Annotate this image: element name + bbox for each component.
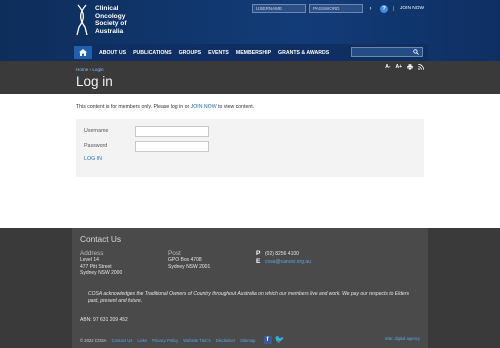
footer-box: Contact Us Address Level 14 477 Pitt Str… (72, 228, 428, 348)
nav-home-button[interactable] (74, 46, 92, 59)
address-heading: Address (80, 250, 104, 257)
logo-line: Clinical (95, 5, 119, 12)
nav-item-events[interactable]: EVENTS (208, 50, 229, 56)
question-icon[interactable]: ? (380, 4, 389, 13)
password-label: Password (84, 143, 108, 149)
page-title: Log in (76, 74, 113, 89)
twitter-icon[interactable]: 🐦 (275, 336, 285, 344)
password-field[interactable] (135, 141, 209, 152)
header-login: USERNAME PASSWORD › ? JOIN NOW (252, 4, 424, 13)
site-header: Clinical Oncology Society of Australia U… (0, 0, 500, 61)
copyright-text: © 2022 COSA (80, 337, 107, 343)
main-nav: ABOUT US PUBLICATIONS GROUPS EVENTS MEMB… (72, 44, 428, 61)
social-links: f 🐦 (263, 336, 285, 344)
footer-link-sitemap[interactable]: Sitemap (240, 338, 255, 343)
footer-link-links[interactable]: Links (137, 338, 147, 343)
site-search-input[interactable] (351, 47, 423, 57)
post-heading: Post (168, 250, 181, 257)
title-inner: Home › Login Log in A- A+ (72, 61, 428, 94)
nav-item-about[interactable]: ABOUT US (99, 50, 126, 56)
phone-number: (02) 8256 4100 (265, 251, 299, 257)
notice-text-end: to view content. (218, 104, 255, 110)
home-icon (79, 49, 87, 56)
post-line: GPO Box 4708 (168, 257, 202, 263)
login-form: Username Password LOG IN (76, 119, 424, 177)
site-footer: Contact Us Address Level 14 477 Pitt Str… (0, 228, 500, 348)
site-credit-link[interactable]: Site: digital agency (385, 336, 420, 341)
logo-ribbon-icon (76, 4, 88, 36)
username-field[interactable] (135, 126, 209, 137)
nav-item-grants[interactable]: GRANTS & AWARDS (278, 50, 329, 56)
increase-font-button[interactable]: A+ (395, 64, 402, 70)
footer-bottom-bar: © 2022 COSA Contact Us Links Privacy Pol… (80, 336, 285, 344)
post-line: Sydney NSW 2001 (168, 263, 211, 270)
breadcrumb-home-link[interactable]: Home (76, 67, 88, 72)
breadcrumb: Home › Login (76, 67, 104, 72)
members-only-notice: This content is for members only. Please… (76, 104, 254, 110)
print-icon[interactable] (407, 64, 413, 70)
logo-text: Clinical Oncology Society of Australia (95, 5, 127, 35)
footer-link-disclaimer[interactable]: Disclaimer (216, 338, 236, 343)
page-title-band: Home › Login Log in A- A+ (0, 61, 500, 94)
address-line: 477 Pitt Street (80, 263, 112, 270)
arrow-right-icon[interactable]: › (366, 6, 375, 12)
nav-item-publications[interactable]: PUBLICATIONS (133, 50, 172, 56)
cosa-logo[interactable]: Clinical Oncology Society of Australia (75, 3, 145, 39)
address-line: Level 14 (80, 257, 99, 263)
footer-link-privacy[interactable]: Privacy Policy (152, 338, 178, 343)
text-tools: A- A+ (385, 64, 424, 70)
facebook-icon[interactable]: f (263, 336, 272, 344)
abn-text: ABN: 97 631 209 452 (80, 317, 128, 323)
email-link[interactable]: cosa@cancer.org.au (265, 259, 311, 265)
header-username-input[interactable]: USERNAME (252, 4, 307, 13)
email-prefix: E (256, 258, 261, 265)
breadcrumb-current[interactable]: Login (92, 67, 103, 72)
logo-line: Society of (95, 20, 127, 28)
address-line: Sydney NSW 2000 (80, 270, 123, 276)
main-content: This content is for members only. Please… (0, 94, 500, 228)
rss-icon[interactable] (418, 64, 424, 70)
phone-prefix: P (256, 250, 261, 257)
join-now-link[interactable]: JOIN NOW (393, 6, 424, 11)
login-button[interactable]: LOG IN (84, 156, 102, 162)
footer-link-contact[interactable]: Contact Us (112, 338, 133, 343)
nav-item-groups[interactable]: GROUPS (179, 50, 201, 56)
logo-line: Oncology (95, 12, 126, 20)
username-label: Username (84, 128, 109, 134)
footer-link-terms[interactable]: Website T&C's (183, 338, 210, 343)
decrease-font-button[interactable]: A- (385, 64, 390, 70)
footer-heading: Contact Us (80, 234, 122, 244)
header-password-input[interactable]: PASSWORD (309, 4, 364, 13)
logo-line: Australia (95, 27, 124, 35)
notice-text: This content is for members only. Please… (76, 104, 190, 110)
search-icon[interactable] (413, 49, 419, 55)
nav-item-membership[interactable]: MEMBERSHIP (236, 50, 271, 56)
breadcrumb-separator: › (89, 67, 92, 72)
notice-join-link[interactable]: JOIN NOW (191, 104, 217, 110)
acknowledgement-text: COSA acknowledges the Traditional Owners… (88, 291, 409, 304)
